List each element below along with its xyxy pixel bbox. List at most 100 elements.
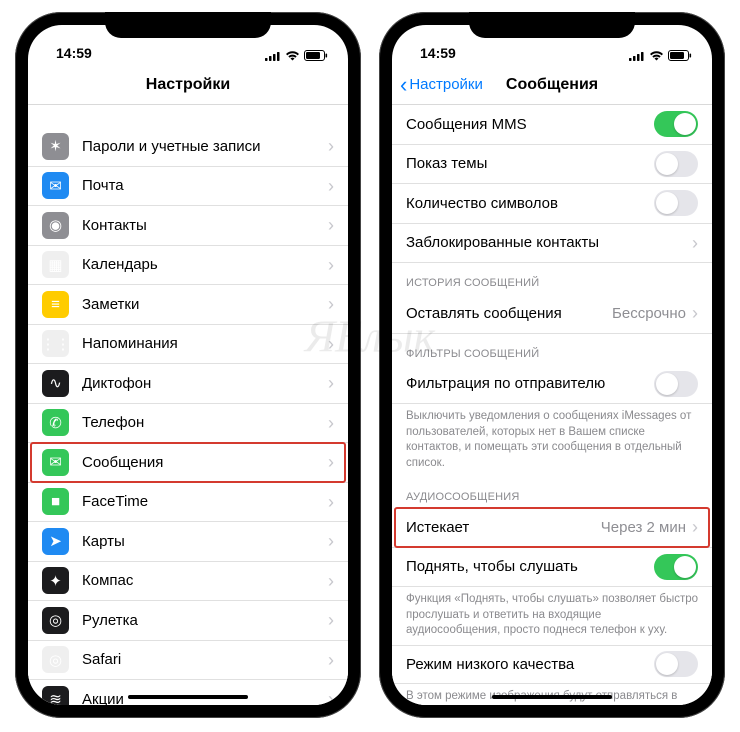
row-label: Пароли и учетные записи bbox=[82, 138, 322, 155]
chevron-right-icon: › bbox=[328, 532, 334, 550]
settings-row-compass[interactable]: ✦ Компас › bbox=[28, 562, 348, 602]
row-label: Рулетка bbox=[82, 612, 322, 629]
compass-icon: ✦ bbox=[42, 567, 69, 594]
status-time: 14:59 bbox=[56, 45, 92, 61]
toggle-raise[interactable] bbox=[654, 554, 698, 580]
settings-row-measure[interactable]: ◎ Рулетка › bbox=[28, 601, 348, 641]
settings-row-facetime[interactable]: ■ FaceTime › bbox=[28, 483, 348, 523]
key-icon: ✶ bbox=[42, 133, 69, 160]
chevron-right-icon: › bbox=[328, 651, 334, 669]
messages-settings[interactable]: Сообщения MMS Показ темы Количество симв… bbox=[392, 105, 712, 705]
row-raise-listen[interactable]: Поднять, чтобы слушать bbox=[392, 548, 712, 588]
chevron-right-icon: › bbox=[328, 453, 334, 471]
row-label: Карты bbox=[82, 533, 322, 550]
settings-row-reminders[interactable]: ⋮⋮ Напоминания › bbox=[28, 325, 348, 365]
phone-left: 14:59 Настройки ✶ Пароли и учетные запис… bbox=[15, 12, 361, 718]
settings-row-contacts[interactable]: ◉ Контакты › bbox=[28, 206, 348, 246]
chevron-right-icon: › bbox=[328, 493, 334, 511]
row-label: Поднять, чтобы слушать bbox=[406, 558, 654, 575]
row-label: Почта bbox=[82, 177, 322, 194]
phone-icon: ✆ bbox=[42, 409, 69, 436]
chevron-right-icon: › bbox=[692, 518, 698, 536]
settings-row-maps[interactable]: ➤ Карты › bbox=[28, 522, 348, 562]
row-сообщения mms[interactable]: Сообщения MMS bbox=[392, 105, 712, 145]
chevron-right-icon: › bbox=[328, 137, 334, 155]
toggle-lowq[interactable] bbox=[654, 651, 698, 677]
row-keep-messages[interactable]: Оставлять сообщения Бессрочно › bbox=[392, 294, 712, 334]
row-label: Safari bbox=[82, 651, 322, 668]
chevron-right-icon: › bbox=[692, 234, 698, 252]
chevron-right-icon: › bbox=[328, 335, 334, 353]
row-label: Контакты bbox=[82, 217, 322, 234]
row-показ темы[interactable]: Показ темы bbox=[392, 145, 712, 185]
row-label: Оставлять сообщения bbox=[406, 305, 612, 322]
row-label: Компас bbox=[82, 572, 322, 589]
section-header-filters: ФИЛЬТРЫ СООБЩЕНИЙ bbox=[392, 334, 712, 365]
calendar-icon: ▦ bbox=[42, 251, 69, 278]
settings-row-phone[interactable]: ✆ Телефон › bbox=[28, 404, 348, 444]
section-header-audio: АУДИОСООБЩЕНИЯ bbox=[392, 477, 712, 508]
row-заблокированные контакты[interactable]: Заблокированные контакты › bbox=[392, 224, 712, 264]
chevron-right-icon: › bbox=[328, 690, 334, 705]
row-value: Бессрочно bbox=[612, 305, 686, 322]
notes-icon: ≡ bbox=[42, 291, 69, 318]
back-label: Настройки bbox=[409, 76, 483, 93]
status-icons bbox=[629, 50, 692, 61]
maps-icon: ➤ bbox=[42, 528, 69, 555]
section-footer-filters: Выключить уведомления о сообщениях iMess… bbox=[392, 404, 712, 477]
page-title: Сообщения bbox=[506, 76, 598, 94]
row-label: Диктофон bbox=[82, 375, 322, 392]
notch bbox=[105, 12, 271, 38]
section-header-history: ИСТОРИЯ СООБЩЕНИЙ bbox=[392, 263, 712, 294]
toggle[interactable] bbox=[654, 151, 698, 177]
chevron-right-icon: › bbox=[328, 256, 334, 274]
settings-row-messages[interactable]: ✉︎ Сообщения › bbox=[28, 443, 348, 483]
row-label: Режим низкого качества bbox=[406, 656, 654, 673]
chevron-right-icon: › bbox=[328, 295, 334, 313]
signal-icon bbox=[629, 51, 645, 61]
wifi-icon bbox=[649, 50, 664, 61]
settings-list[interactable]: ✶ Пароли и учетные записи › ✉︎ Почта › ◉… bbox=[28, 105, 348, 705]
toggle-filter[interactable] bbox=[654, 371, 698, 397]
section-footer-raise: Функция «Поднять, чтобы слушать» позволя… bbox=[392, 587, 712, 645]
home-indicator[interactable] bbox=[128, 695, 248, 699]
home-indicator[interactable] bbox=[492, 695, 612, 699]
chevron-right-icon: › bbox=[692, 304, 698, 322]
row-label: Сообщения bbox=[82, 454, 322, 471]
toggle[interactable] bbox=[654, 111, 698, 137]
settings-row-stocks[interactable]: ≋ Акции › bbox=[28, 680, 348, 705]
signal-icon bbox=[265, 51, 281, 61]
chevron-right-icon: › bbox=[328, 177, 334, 195]
row-label: FaceTime bbox=[82, 493, 322, 510]
phone-right: 14:59 ‹ Настройки Сообщения Сообщения MM… bbox=[379, 12, 725, 718]
safari-icon: ◎ bbox=[42, 646, 69, 673]
chevron-right-icon: › bbox=[328, 216, 334, 234]
row-expire[interactable]: Истекает Через 2 мин › bbox=[392, 508, 712, 548]
settings-row-safari[interactable]: ◎ Safari › bbox=[28, 641, 348, 681]
mail-icon: ✉︎ bbox=[42, 172, 69, 199]
status-icons bbox=[265, 50, 328, 61]
page-title: Настройки bbox=[146, 76, 230, 94]
settings-row-calendar[interactable]: ▦ Календарь › bbox=[28, 246, 348, 286]
notch bbox=[469, 12, 635, 38]
row-filter-unknown[interactable]: Фильтрация по отправителю bbox=[392, 365, 712, 405]
messages-icon: ✉︎ bbox=[42, 449, 69, 476]
chevron-right-icon: › bbox=[328, 611, 334, 629]
settings-row-mail[interactable]: ✉︎ Почта › bbox=[28, 167, 348, 207]
row-label: Заблокированные контакты bbox=[406, 234, 686, 251]
row-label: Фильтрация по отправителю bbox=[406, 375, 654, 392]
settings-row-key[interactable]: ✶ Пароли и учетные записи › bbox=[28, 127, 348, 167]
navbar-left: Настройки bbox=[28, 65, 348, 105]
settings-row-voice-memos[interactable]: ∿ Диктофон › bbox=[28, 364, 348, 404]
settings-row-notes[interactable]: ≡ Заметки › bbox=[28, 285, 348, 325]
toggle[interactable] bbox=[654, 190, 698, 216]
wifi-icon bbox=[285, 50, 300, 61]
chevron-right-icon: › bbox=[328, 572, 334, 590]
row-low-quality[interactable]: Режим низкого качества bbox=[392, 645, 712, 685]
row-количество символов[interactable]: Количество символов bbox=[392, 184, 712, 224]
back-button[interactable]: ‹ Настройки bbox=[400, 72, 483, 98]
chevron-left-icon: ‹ bbox=[400, 72, 407, 98]
battery-icon bbox=[304, 50, 328, 61]
row-label: Истекает bbox=[406, 519, 601, 536]
row-label: Количество символов bbox=[406, 195, 654, 212]
